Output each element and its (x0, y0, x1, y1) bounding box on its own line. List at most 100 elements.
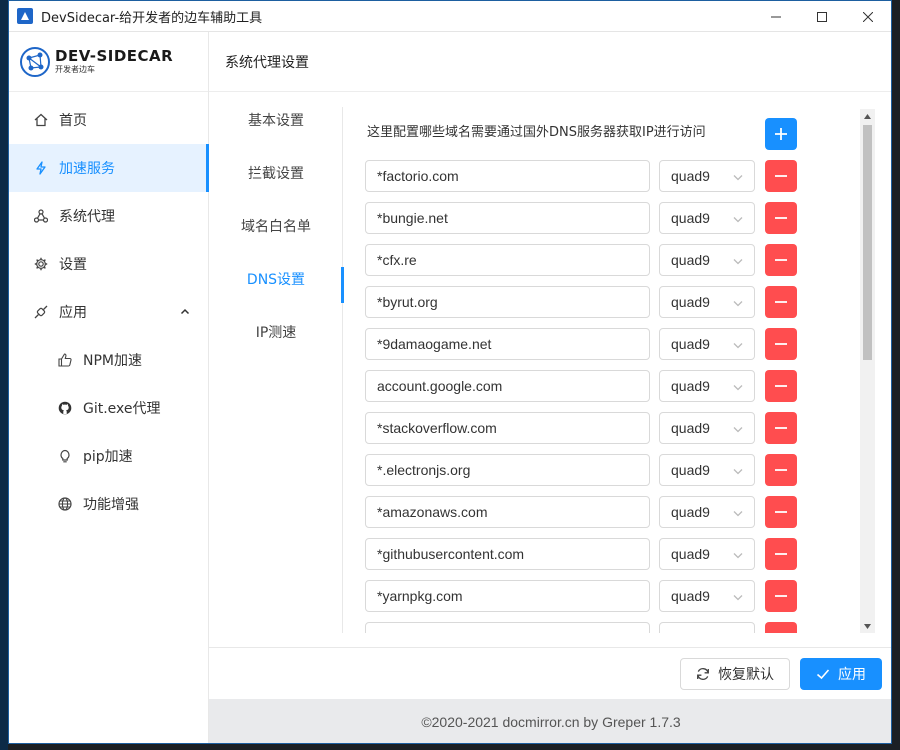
plus-icon (775, 128, 787, 140)
delete-domain-button[interactable] (765, 244, 797, 276)
dns-server-select[interactable]: quad9 (659, 160, 755, 192)
bulb-icon (57, 448, 73, 464)
chevron-down-icon (733, 511, 743, 517)
sidebar-item-system-proxy[interactable]: 系统代理 (9, 192, 208, 240)
chevron-down-icon (733, 259, 743, 265)
domain-input[interactable] (365, 622, 650, 633)
sidebar-item-label: 首页 (59, 113, 87, 129)
dns-rows: quad9 quad9 quad9 quad9 quad9 quad9 quad9 quad9… (365, 160, 865, 633)
sidebar-item-settings[interactable]: 设置 (9, 240, 208, 288)
reset-default-button[interactable]: 恢复默认 (680, 658, 790, 690)
tab-ip-speed[interactable]: IP测速 (209, 305, 343, 358)
minimize-icon (771, 16, 781, 17)
delete-domain-button[interactable] (765, 160, 797, 192)
scroll-up-arrow-icon[interactable] (860, 109, 875, 123)
dns-server-select[interactable] (659, 622, 755, 633)
minus-icon (774, 631, 788, 633)
delete-domain-button[interactable] (765, 370, 797, 402)
delete-domain-button[interactable] (765, 454, 797, 486)
domain-input[interactable] (365, 244, 650, 276)
sidebar-item-apps[interactable]: 应用 (9, 288, 208, 336)
delete-domain-button[interactable] (765, 496, 797, 528)
domain-input[interactable] (365, 454, 650, 486)
domain-input[interactable] (365, 496, 650, 528)
dns-server-value: quad9 (671, 504, 710, 520)
tab-intercept[interactable]: 拦截设置 (209, 146, 343, 199)
domain-input[interactable] (365, 160, 650, 192)
tab-whitelist[interactable]: 域名白名单 (209, 199, 343, 252)
minus-icon (775, 301, 787, 303)
domain-input[interactable] (365, 580, 650, 612)
tab-dns[interactable]: DNS设置 (209, 252, 343, 305)
dns-server-select[interactable]: quad9 (659, 412, 755, 444)
minimize-button[interactable] (753, 1, 799, 32)
minus-icon (775, 553, 787, 555)
sidebar-item-label: 系统代理 (59, 209, 115, 225)
maximize-icon (817, 11, 827, 22)
minus-icon (775, 427, 787, 429)
sidebar-item-label: Git.exe代理 (83, 401, 161, 417)
domain-input[interactable] (365, 286, 650, 318)
dns-server-select[interactable]: quad9 (659, 370, 755, 402)
dns-row: quad9 (365, 580, 865, 622)
dns-row: quad9 (365, 370, 865, 412)
delete-domain-button[interactable] (765, 286, 797, 318)
domain-input[interactable] (365, 202, 650, 234)
delete-domain-button[interactable] (765, 202, 797, 234)
dns-server-select[interactable]: quad9 (659, 496, 755, 528)
chevron-down-icon (733, 469, 743, 475)
tab-active-indicator (341, 267, 344, 303)
delete-domain-button[interactable] (765, 622, 797, 633)
logo-subtitle: 开发者边车 (55, 65, 95, 74)
dns-server-select[interactable]: quad9 (659, 328, 755, 360)
delete-domain-button[interactable] (765, 412, 797, 444)
gear-icon (33, 256, 49, 272)
sidebar-item-home[interactable]: 首页 (9, 96, 208, 144)
delete-domain-button[interactable] (765, 538, 797, 570)
apply-button[interactable]: 应用 (800, 658, 882, 690)
dns-server-value: quad9 (671, 294, 710, 310)
dns-server-select[interactable]: quad9 (659, 244, 755, 276)
scroll-down-arrow-icon[interactable] (860, 619, 875, 633)
dns-server-value: quad9 (671, 378, 710, 394)
sync-icon (696, 667, 710, 681)
dns-server-select[interactable]: quad9 (659, 286, 755, 318)
maximize-button[interactable] (799, 1, 845, 32)
tab-basic[interactable]: 基本设置 (209, 93, 343, 146)
dns-row: quad9 (365, 202, 865, 244)
scrollbar-thumb[interactable] (863, 125, 872, 360)
sidebar-item-label: 应用 (59, 305, 87, 321)
dns-server-select[interactable]: quad9 (659, 202, 755, 234)
domain-input[interactable] (365, 538, 650, 570)
add-domain-button[interactable] (765, 118, 797, 150)
dns-server-value: quad9 (671, 588, 710, 604)
sidebar-item-npm[interactable]: NPM加速 (9, 336, 208, 384)
logo: DEV-SIDECAR 开发者边车 (9, 32, 208, 92)
chevron-up-icon[interactable] (180, 305, 190, 321)
scrollbar[interactable] (860, 109, 875, 633)
delete-domain-button[interactable] (765, 328, 797, 360)
chevron-down-icon (733, 427, 743, 433)
chevron-down-icon (733, 553, 743, 559)
sidebar-item-label: NPM加速 (83, 353, 142, 369)
dns-server-select[interactable]: quad9 (659, 538, 755, 570)
dns-server-select[interactable]: quad9 (659, 454, 755, 486)
minus-icon (775, 595, 787, 597)
dns-row: quad9 (365, 538, 865, 580)
sidebar-item-acceleration[interactable]: 加速服务 (9, 144, 209, 192)
thumbs-up-icon (57, 352, 73, 368)
chevron-down-icon (733, 595, 743, 601)
dns-server-value: quad9 (671, 546, 710, 562)
domain-input[interactable] (365, 328, 650, 360)
close-button[interactable] (845, 1, 891, 32)
domain-input[interactable] (365, 412, 650, 444)
reset-label: 恢复默认 (718, 667, 774, 683)
sidebar-item-enhance[interactable]: 功能增强 (9, 480, 208, 528)
chevron-down-icon (733, 385, 743, 391)
domain-input[interactable] (365, 370, 650, 402)
dns-server-select[interactable]: quad9 (659, 580, 755, 612)
logo-mark-icon (20, 46, 50, 77)
sidebar-item-pip[interactable]: pip加速 (9, 432, 208, 480)
sidebar-item-git[interactable]: Git.exe代理 (9, 384, 208, 432)
delete-domain-button[interactable] (765, 580, 797, 612)
